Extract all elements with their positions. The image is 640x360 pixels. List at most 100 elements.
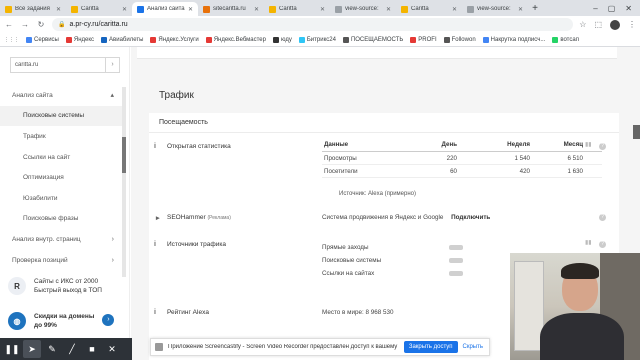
info-icon[interactable]: i: [154, 241, 156, 248]
stop-sharing-button[interactable]: Закрыть доступ: [403, 341, 458, 353]
bookmark-item[interactable]: Яндекс.Вебмастер: [205, 36, 266, 43]
sidebar-menu-item[interactable]: Поисковые системы: [0, 105, 122, 127]
bookmark-item[interactable]: Followon: [443, 36, 476, 43]
notification-text: Приложение Screencastify - Screen Video …: [168, 344, 399, 350]
browser-tab[interactable]: Все задания ✕: [0, 2, 66, 16]
bookmark-item[interactable]: Авиабилеты: [101, 36, 144, 43]
traffic-source-label: Ссылки на сайтах: [322, 270, 375, 277]
browser-tab[interactable]: view-source: ✕: [330, 2, 396, 16]
bookmark-item[interactable]: вотсап: [552, 36, 579, 43]
tab-favicon-icon: [401, 5, 408, 13]
bookmark-label: Накрутка подписч...: [490, 36, 546, 43]
browser-tab[interactable]: Caritta ✕: [66, 2, 132, 16]
alexa-label: Рейтинг Alexa: [167, 309, 209, 316]
browser-tab[interactable]: Caritta ✕: [396, 2, 462, 16]
bookmark-item[interactable]: Яндекс: [65, 36, 94, 43]
address-bar[interactable]: 🔒 a.pr-cy.ru/caritta.ru: [52, 18, 574, 31]
sidebar: › Анализ сайта ▴ Поисковые системы Трафик Сс…: [0, 47, 130, 360]
bookmark-label: Яндекс.Вебмастер: [213, 36, 266, 43]
tab-close-icon[interactable]: ✕: [122, 6, 127, 13]
alexa-rank: Место в мире: 8 968 530: [322, 309, 394, 316]
sidebar-menu-item[interactable]: Ссылки на сайт: [0, 147, 122, 168]
bookmark-item[interactable]: ПОСЕЩАЕМОСТЬ: [342, 36, 403, 43]
profile-avatar[interactable]: [610, 19, 620, 30]
site-search-input[interactable]: [11, 58, 105, 72]
reload-icon[interactable]: ↻: [36, 20, 46, 29]
sidebar-menu-item[interactable]: Трафик: [0, 126, 122, 147]
bookmark-item[interactable]: юду: [272, 36, 292, 43]
sidebar-menu-item[interactable]: Поисковые фразы: [0, 209, 122, 230]
url-text: a.pr-cy.ru/caritta.ru: [69, 21, 128, 28]
info-icon[interactable]: i: [154, 143, 156, 150]
seohammer-description: Система продвижения в Яндекс и Google: [322, 214, 444, 221]
bookmark-label: Авиабилеты: [109, 36, 144, 43]
webcam-overlay: [510, 253, 640, 360]
sidebar-menu: Анализ сайта ▴ Поисковые системы Трафик Ссыл…: [0, 85, 122, 270]
tab-close-icon[interactable]: ✕: [518, 6, 523, 13]
sidebar-menu-item[interactable]: Оптимизация: [0, 167, 122, 188]
play-icon[interactable]: ▸: [156, 214, 160, 222]
close-toolbar-icon[interactable]: ✕: [103, 340, 121, 358]
apps-grid-icon[interactable]: ⋮⋮⋮: [4, 37, 19, 43]
bookmark-item[interactable]: Сервисы: [26, 36, 59, 43]
tab-close-icon[interactable]: ✕: [386, 6, 391, 13]
tab-close-icon[interactable]: ✕: [254, 6, 259, 13]
help-icon[interactable]: ?: [599, 214, 606, 221]
bar-chart-icon[interactable]: ▮▮: [585, 141, 592, 148]
bookmark-item[interactable]: Битрикс24: [298, 36, 336, 43]
browser-tab[interactable]: Анализ сайта ✕: [132, 2, 198, 16]
help-icon[interactable]: ?: [599, 241, 606, 248]
star-icon[interactable]: ☆: [579, 20, 586, 29]
forward-icon[interactable]: →: [20, 20, 30, 29]
sidebar-menu-item[interactable]: Анализ внутр. страниц ›: [0, 229, 122, 250]
info-icon[interactable]: i: [154, 309, 156, 316]
seohammer-connect-link[interactable]: Подключить: [451, 214, 490, 221]
chevron-icon: ›: [111, 235, 114, 243]
new-tab-button[interactable]: +: [528, 2, 542, 16]
tab-close-icon[interactable]: ✕: [452, 6, 457, 13]
pen-icon[interactable]: ✎: [43, 340, 61, 358]
table-cell: 1 540: [514, 154, 530, 162]
browser-tab[interactable]: sitecaritta.ru ✕: [198, 2, 264, 16]
highlighter-icon[interactable]: ╱: [63, 340, 81, 358]
tab-close-icon[interactable]: ✕: [320, 6, 325, 13]
pause-icon[interactable]: ❚❚: [3, 340, 21, 358]
table-row: Посетители 60 420 1 630: [322, 165, 602, 178]
sidebar-scrollbar[interactable]: [122, 87, 126, 277]
camera-icon[interactable]: ■: [83, 340, 101, 358]
search-go-button[interactable]: ›: [105, 58, 119, 72]
window-controls: – ▢ ✕: [593, 0, 640, 16]
bookmark-item[interactable]: Яндекс.Услуги: [150, 36, 199, 43]
sidebar-menu-item[interactable]: Анализ сайта ▴: [0, 85, 122, 106]
sidebar-menu-item[interactable]: Юзабилити: [0, 188, 122, 209]
bar-chart-icon[interactable]: ▮▮: [585, 239, 592, 246]
previous-card: [137, 47, 617, 59]
promo-domains[interactable]: ◍ Скидки на домены до 99% ›: [8, 312, 126, 330]
chevron-icon: ▴: [110, 92, 114, 100]
tab-favicon-icon: [269, 5, 276, 13]
bookmark-item[interactable]: PROFI: [410, 36, 437, 43]
menu-dots-icon[interactable]: ⋮: [628, 20, 636, 29]
back-icon[interactable]: ←: [4, 20, 14, 29]
close-window-icon[interactable]: ✕: [625, 4, 632, 13]
promo-arrow-button[interactable]: ›: [102, 314, 115, 326]
table-header-cell: Данные: [324, 141, 349, 148]
maximize-icon[interactable]: ▢: [608, 4, 616, 13]
help-icon[interactable]: ?: [599, 143, 606, 150]
table-cell: 220: [446, 154, 457, 162]
table-row: Просмотры 220 1 540 6 510: [322, 152, 602, 165]
tab-close-icon[interactable]: ✕: [188, 6, 193, 13]
minimize-icon[interactable]: –: [593, 4, 597, 13]
browser-tab[interactable]: view-source: ✕: [462, 2, 528, 16]
promo-iks[interactable]: R Сайты с ИКС от 2000 Быстрый выход в ТО…: [8, 277, 126, 295]
hide-notification-link[interactable]: Скрыть: [463, 344, 489, 350]
sidebar-menu-item[interactable]: Проверка позиций ›: [0, 250, 122, 271]
extension-icon[interactable]: ⬚: [594, 20, 602, 29]
tab-close-icon[interactable]: ✕: [56, 6, 61, 13]
bookmark-label: PROFI: [418, 36, 437, 43]
bookmark-item[interactable]: Накрутка подписч...: [482, 36, 546, 43]
tab-label: view-source:: [477, 6, 511, 12]
page-scrollbar-thumb[interactable]: [633, 125, 640, 139]
browser-tab[interactable]: Caritta ✕: [264, 2, 330, 16]
cursor-icon[interactable]: ➤: [23, 340, 41, 358]
